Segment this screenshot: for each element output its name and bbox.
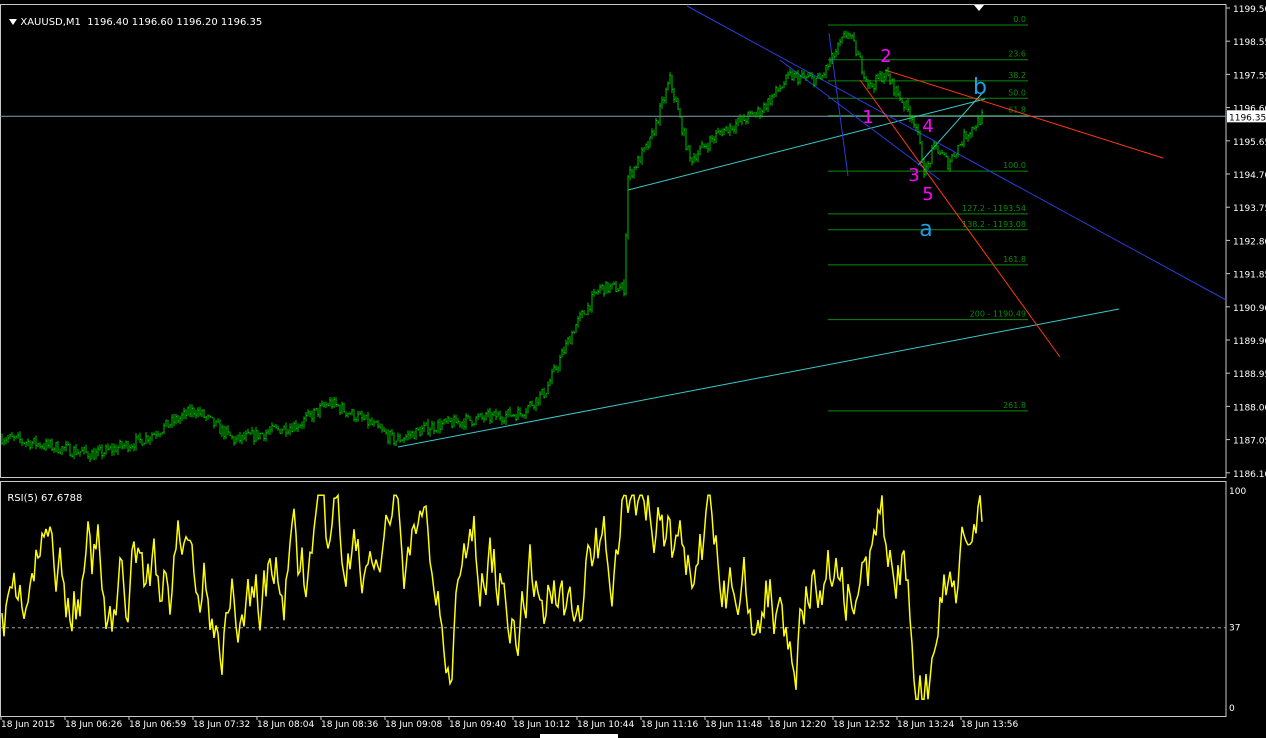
wave-label-1: 1 (862, 107, 873, 128)
dropdown-icon[interactable] (9, 19, 18, 25)
price-axis: 1199.501198.551197.551196.601195.651194.… (1226, 5, 1266, 480)
red-trend-line-lower[interactable] (859, 79, 1061, 358)
fib-level-label: 161.8 (1003, 255, 1026, 264)
fib-level-label: 38.2 (1008, 71, 1026, 80)
wave-label-5: 5 (922, 184, 933, 205)
time-tick-label: 18 Jun 13:56 (961, 720, 1018, 730)
time-axis: 18 Jun 2015 18 Jun 06:26 18 Jun 06:59 18 Ju… (0, 716, 1018, 738)
time-tick-label: 18 Jun 10:44 (577, 720, 634, 730)
chart-shift-marker-icon[interactable] (974, 5, 984, 11)
fib-level-label: 23.6 (1008, 50, 1026, 59)
rsi-indicator-area[interactable] (0, 481, 1227, 717)
trend-lines[interactable] (0, 5, 1227, 448)
fib-level-label: 100.0 (1003, 161, 1026, 170)
price-tick-label: 1192.80 (1233, 237, 1266, 247)
channel-trend-line[interactable] (627, 98, 986, 191)
time-tick-label: 18 Jun 07:32 (193, 720, 250, 730)
time-tick-label: 18 Jun 11:16 (641, 720, 698, 730)
price-tick-label: 1193.75 (1233, 204, 1266, 214)
price-tick-label: 1188.00 (1233, 403, 1266, 413)
rsi-scale-label: 37 (1229, 624, 1240, 634)
blue-trend-line-lower[interactable] (779, 59, 941, 181)
symbol-header: XAUUSD,M1 1196.40 1196.60 1196.20 1196.3… (3, 6, 262, 28)
time-tick-label: 18 Jun 06:59 (129, 720, 186, 730)
time-tick-label: 18 Jun 06:26 (65, 720, 122, 730)
wave-label-b: b (973, 75, 987, 100)
price-tick-label: 1191.85 (1233, 271, 1266, 281)
fibonacci-levels[interactable]: 0.023.638.250.061.8100.0127.2 - 1193.541… (828, 15, 1028, 412)
time-tick-label: 18 Jun 13:24 (897, 720, 954, 730)
fib-level-label: 200 - 1190.49 (970, 310, 1026, 319)
time-tick-label: 18 Jun 08:36 (321, 720, 378, 730)
symbol-label: XAUUSD,M1 (20, 17, 81, 28)
price-tick-label: 1195.65 (1233, 138, 1266, 148)
fib-level-label: 0.0 (1013, 15, 1026, 24)
rsi-header: RSI(5) 67.6788 (1, 482, 82, 504)
main-frame (0, 4, 1227, 478)
fib-level-label: 50.0 (1008, 88, 1026, 97)
horizontal-scrollbar-thumb[interactable] (540, 734, 618, 738)
fib-level-label: 127.2 - 1193.54 (962, 204, 1026, 213)
price-candles (1, 30, 983, 463)
ohlc-values: 1196.40 1196.60 1196.20 1196.35 (87, 17, 263, 28)
price-chart-area[interactable] (0, 4, 1227, 478)
wave-label-2: 2 (880, 46, 891, 67)
rsi-axis: 100 37 0 (1229, 487, 1246, 714)
price-tick-label: 1189.90 (1233, 337, 1266, 347)
price-tick-label: 1194.70 (1233, 171, 1266, 181)
price-tick-label: 1190.90 (1233, 304, 1266, 314)
price-tick-label: 1187.05 (1233, 437, 1266, 447)
time-tick-label: 18 Jun 11:48 (705, 720, 762, 730)
price-tick-label: 1198.55 (1233, 38, 1266, 48)
wave-label-4: 4 (922, 116, 933, 137)
rsi-frame (0, 481, 1227, 717)
time-tick-label: 18 Jun 12:20 (769, 720, 826, 730)
price-tick-label: 1186.10 (1233, 470, 1266, 480)
price-tick-label: 1199.50 (1233, 5, 1266, 15)
time-tick-label: 18 Jun 12:52 (833, 720, 890, 730)
rsi-scale-label: 100 (1229, 487, 1246, 497)
price-tick-label: 1197.55 (1233, 71, 1266, 81)
time-tick-label: 18 Jun 10:12 (513, 720, 570, 730)
time-tick-label: 18 Jun 2015 (1, 720, 55, 730)
time-tick-label: 18 Jun 09:40 (449, 720, 506, 730)
wave-label-a: a (919, 217, 932, 242)
rsi-label: RSI(5) 67.6788 (7, 493, 83, 504)
blue-trend-line-upper[interactable] (686, 5, 1227, 301)
rsi-line (1, 493, 983, 701)
support-trend-line[interactable] (397, 308, 1120, 448)
rsi-scale-label: 0 (1229, 704, 1235, 714)
fib-level-label: 138.2 - 1193.08 (962, 220, 1026, 229)
time-tick-label: 18 Jun 08:04 (257, 720, 314, 730)
fib-level-label: 261.8 (1003, 401, 1026, 410)
trading-chart[interactable]: 0.023.638.250.061.8100.0127.2 - 1193.541… (0, 0, 1266, 738)
current-price-label: 1196.35 (1229, 113, 1266, 123)
time-tick-label: 18 Jun 09:08 (385, 720, 442, 730)
price-tick-label: 1188.95 (1233, 370, 1266, 380)
wave-label-3: 3 (908, 165, 919, 186)
